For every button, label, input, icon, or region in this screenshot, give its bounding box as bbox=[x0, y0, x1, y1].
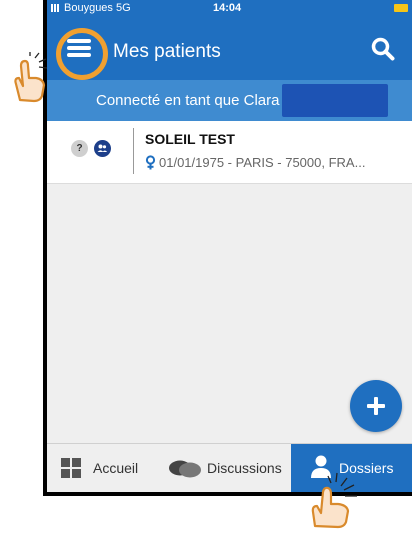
grid-icon bbox=[61, 458, 81, 478]
patient-name: SOLEIL TEST bbox=[145, 131, 235, 147]
phone-frame: Bouygues 5G 14:04 Mes patients Connecté … bbox=[43, 0, 412, 496]
tab-accueil[interactable]: Accueil bbox=[47, 444, 157, 492]
chat-bubbles-icon bbox=[167, 459, 203, 479]
patient-details: 01/01/1975 - PARIS - 75000, FRA... bbox=[159, 155, 366, 170]
carrier-label: Bouygues 5G bbox=[64, 2, 131, 14]
row-divider bbox=[133, 128, 134, 174]
hamburger-menu-icon[interactable] bbox=[61, 30, 97, 66]
tab-label: Discussions bbox=[207, 460, 282, 476]
signal-icon bbox=[51, 4, 61, 12]
female-icon bbox=[145, 155, 156, 173]
status-bar: Bouygues 5G 14:04 bbox=[47, 0, 412, 18]
group-icon bbox=[94, 140, 111, 157]
tap-hand-icon-top bbox=[6, 52, 52, 109]
battery-icon bbox=[394, 4, 408, 12]
connection-banner: Connecté en tant que Clara bbox=[47, 80, 412, 121]
redacted-username bbox=[282, 84, 388, 117]
tap-hand-icon-bottom bbox=[305, 468, 367, 535]
app-header: Mes patients bbox=[47, 18, 412, 80]
tab-label: Accueil bbox=[93, 460, 139, 476]
search-icon[interactable] bbox=[370, 36, 396, 62]
status-time: 14:04 bbox=[213, 2, 242, 14]
tab-discussions[interactable]: Discussions bbox=[157, 444, 291, 492]
connection-text: Connecté en tant que Clara bbox=[96, 92, 280, 109]
patient-info: 01/01/1975 - PARIS - 75000, FRA... bbox=[145, 155, 365, 173]
carrier-text: Bouygues 5G bbox=[51, 2, 131, 14]
unknown-status-badge: ? bbox=[71, 140, 88, 157]
add-patient-button[interactable] bbox=[350, 380, 402, 432]
page-title: Mes patients bbox=[113, 41, 221, 62]
patient-list-item[interactable]: ? SOLEIL TEST 01/01/1975 - PARIS - 75000… bbox=[47, 121, 412, 184]
app-screen: Bouygues 5G 14:04 Mes patients Connecté … bbox=[47, 0, 412, 492]
